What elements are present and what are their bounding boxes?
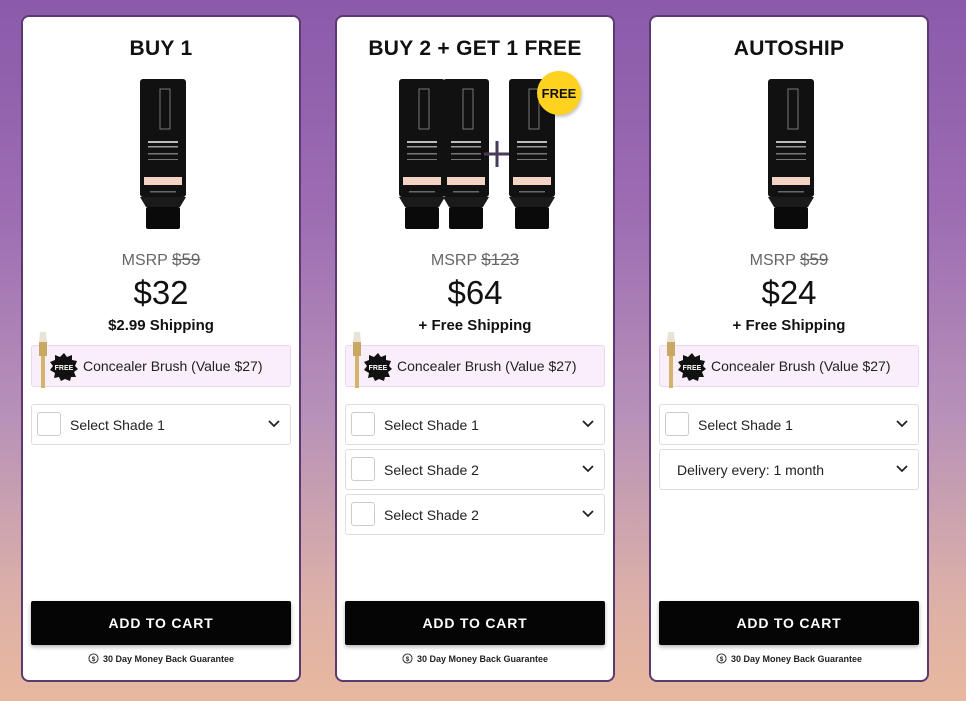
shade-swatch xyxy=(665,412,689,436)
starburst-badge-icon xyxy=(50,353,78,381)
gift-text: Concealer Brush (Value $27) xyxy=(83,358,263,374)
gift-text: Concealer Brush (Value $27) xyxy=(711,358,891,374)
msrp-label: MSRP xyxy=(749,252,796,269)
concealer-brush-icon xyxy=(350,332,364,388)
plus-icon xyxy=(484,141,510,167)
free-badge: FREE xyxy=(537,71,581,115)
chevron-down-icon xyxy=(582,419,594,429)
select-label: Select Shade 2 xyxy=(384,462,479,478)
concealer-brush-icon xyxy=(36,332,50,388)
msrp-label: MSRP xyxy=(430,252,477,269)
free-gift-banner: Concealer Brush (Value $27) xyxy=(659,345,919,387)
select-label: Delivery every: 1 month xyxy=(677,462,825,478)
starburst-badge-icon xyxy=(678,353,706,381)
product-image xyxy=(651,79,927,231)
guarantee-text: 30 Day Money Back Guarantee xyxy=(102,653,235,664)
gift-text: Concealer Brush (Value $27) xyxy=(397,358,577,374)
plan-title: AUTOSHIP xyxy=(733,37,845,60)
shade-select-2[interactable]: Select Shade 2 xyxy=(345,449,605,490)
shade-select-1[interactable]: Select Shade 1 xyxy=(31,404,291,445)
plan-card-buy-2-get-1: BUY 2 + GET 1 FREE FREE MSRP $123 $64 + … xyxy=(335,15,615,682)
free-gift-banner: Concealer Brush (Value $27) xyxy=(31,345,291,387)
msrp: MSRP $123 xyxy=(337,250,613,270)
chevron-down-icon xyxy=(268,419,280,429)
shipping-info: + Free Shipping xyxy=(418,317,532,334)
money-back-icon xyxy=(402,653,413,664)
select-label: Select Shade 1 xyxy=(698,417,793,433)
product-image xyxy=(23,79,299,231)
select-label: Select Shade 1 xyxy=(384,417,479,433)
guarantee-text: 30 Day Money Back Guarantee xyxy=(416,653,549,664)
msrp: MSRP $59 xyxy=(651,250,927,270)
shade-swatch xyxy=(37,412,61,436)
shipping-info: + Free Shipping xyxy=(732,317,846,334)
starburst-badge-icon xyxy=(364,353,392,381)
msrp-value: $59 xyxy=(800,250,829,269)
plan-title: BUY 2 + GET 1 FREE xyxy=(368,37,582,60)
shade-select-1[interactable]: Select Shade 1 xyxy=(345,404,605,445)
msrp-value: $59 xyxy=(172,250,201,269)
concealer-brush-icon xyxy=(664,332,678,388)
msrp-value: $123 xyxy=(481,250,520,269)
guarantee: 30 Day Money Back Guarantee xyxy=(337,653,613,664)
shade-swatch xyxy=(351,457,375,481)
msrp: MSRP $59 xyxy=(23,250,299,270)
shipping-info: $2.99 Shipping xyxy=(108,317,214,334)
shade-swatch xyxy=(351,412,375,436)
select-label: Select Shade 2 xyxy=(384,507,479,523)
price: $64 xyxy=(447,274,503,311)
concealer-tube-image xyxy=(768,79,814,229)
chevron-down-icon xyxy=(896,464,908,474)
add-to-cart-button[interactable]: ADD TO CART xyxy=(345,601,605,645)
price: $24 xyxy=(761,274,817,311)
shade-select-3[interactable]: Select Shade 2 xyxy=(345,494,605,535)
shade-select-1[interactable]: Select Shade 1 xyxy=(659,404,919,445)
money-back-icon xyxy=(716,653,727,664)
price: $32 xyxy=(133,274,189,311)
money-back-icon xyxy=(88,653,99,664)
concealer-tube-image xyxy=(399,79,445,229)
chevron-down-icon xyxy=(582,509,594,519)
chevron-down-icon xyxy=(582,464,594,474)
guarantee-text: 30 Day Money Back Guarantee xyxy=(730,653,863,664)
add-to-cart-button[interactable]: ADD TO CART xyxy=(659,601,919,645)
free-gift-banner: Concealer Brush (Value $27) xyxy=(345,345,605,387)
chevron-down-icon xyxy=(896,419,908,429)
plan-title: BUY 1 xyxy=(129,37,193,60)
select-label: Select Shade 1 xyxy=(70,417,165,433)
guarantee: 30 Day Money Back Guarantee xyxy=(23,653,299,664)
plan-card-autoship: AUTOSHIP MSRP $59 $24 + Free Shipping Co… xyxy=(649,15,929,682)
msrp-label: MSRP xyxy=(121,252,168,269)
product-image: FREE xyxy=(337,71,613,231)
add-to-cart-button[interactable]: ADD TO CART xyxy=(31,601,291,645)
concealer-tube-image xyxy=(140,79,186,229)
shade-swatch xyxy=(351,502,375,526)
plan-card-buy-1: BUY 1 MSRP $59 $32 $2.99 Shipping Concea… xyxy=(21,15,301,682)
guarantee: 30 Day Money Back Guarantee xyxy=(651,653,927,664)
delivery-frequency-select[interactable]: Delivery every: 1 month xyxy=(659,449,919,490)
